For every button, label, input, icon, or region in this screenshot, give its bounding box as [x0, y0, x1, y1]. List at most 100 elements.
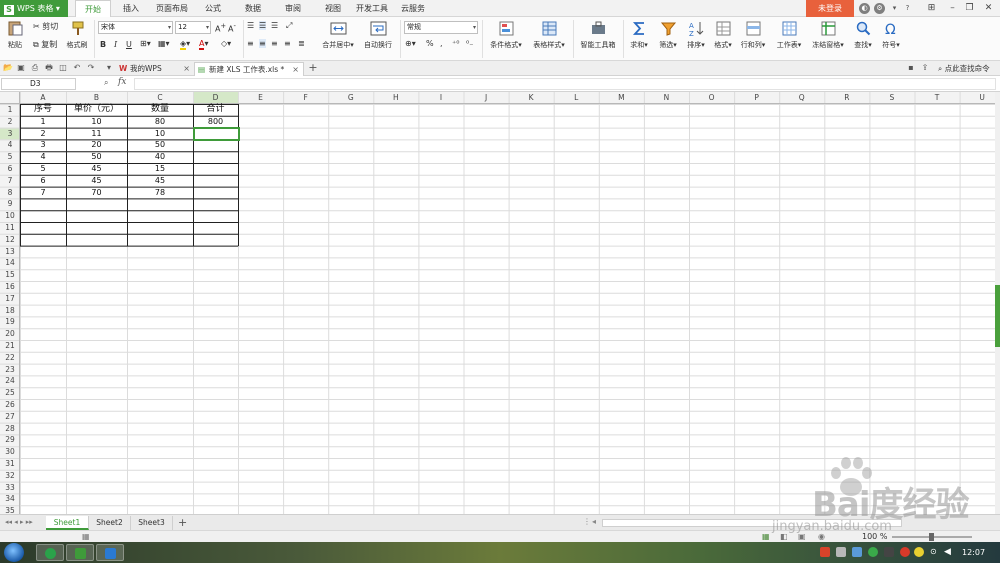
font-size-select[interactable]: 12 ▾ — [175, 21, 211, 34]
cell[interactable]: 800 — [193, 116, 238, 128]
font-name-select[interactable]: 宋体 ▾ — [98, 21, 173, 34]
currency-icon[interactable]: ⊕▾ — [405, 39, 416, 48]
cell[interactable]: 10 — [66, 116, 127, 128]
tray-app-icon[interactable] — [914, 547, 924, 557]
filter-button[interactable]: 筛选▾ — [656, 20, 680, 50]
close-icon[interactable]: × — [292, 63, 299, 76]
fill-color-icon[interactable]: ◈▾ — [180, 39, 190, 50]
undo-icon[interactable]: ↶ — [72, 63, 82, 73]
cell[interactable]: 45 — [66, 163, 127, 175]
row-header[interactable]: 3 — [0, 128, 20, 140]
print-icon[interactable]: 🖶 — [44, 63, 54, 73]
tab-insert[interactable]: 插入 — [116, 0, 146, 17]
column-header[interactable]: R — [824, 92, 869, 104]
justify-icon[interactable]: ≡ — [284, 39, 291, 48]
cell[interactable]: 7 — [20, 187, 66, 199]
insert-function-icon[interactable]: fx — [118, 77, 126, 87]
column-header[interactable]: J — [464, 92, 509, 104]
cell[interactable]: 78 — [127, 187, 193, 199]
quick-access-dropdown-icon[interactable]: ▾ — [104, 63, 114, 73]
settings-icon[interactable]: ⚙ — [874, 3, 885, 14]
tab-view[interactable]: 视图 — [318, 0, 348, 17]
horizontal-scrollbar[interactable] — [602, 519, 902, 527]
bold-icon[interactable]: B — [100, 40, 106, 49]
minimize-button[interactable]: – — [946, 2, 959, 14]
row-header[interactable]: 18 — [0, 305, 20, 317]
row-header[interactable]: 35 — [0, 505, 20, 514]
cell[interactable]: 4 — [20, 151, 66, 163]
conditional-format-button[interactable]: 条件格式▾ — [486, 20, 526, 50]
maximize-button[interactable]: ❐ — [963, 2, 976, 14]
smart-toolbox-button[interactable]: 智能工具箱 — [578, 20, 618, 50]
tray-antivirus-icon[interactable] — [900, 547, 910, 557]
tray-network-icon[interactable] — [852, 547, 862, 557]
tab-my-wps[interactable]: W 我的WPS × — [116, 62, 194, 76]
share-icon[interactable]: ⇪ — [920, 63, 930, 73]
tab-page-layout[interactable]: 页面布局 — [152, 0, 192, 17]
column-header[interactable]: U — [960, 92, 995, 104]
cell[interactable]: 45 — [66, 175, 127, 187]
column-header[interactable]: M — [599, 92, 644, 104]
print-preview-icon[interactable]: ◫ — [58, 63, 68, 73]
row-header[interactable]: 28 — [0, 423, 20, 435]
sum-button[interactable]: 求和▾ — [628, 20, 650, 50]
row-header[interactable]: 23 — [0, 364, 20, 376]
cell[interactable]: 50 — [127, 139, 193, 151]
cell[interactable]: 合计 — [193, 104, 238, 116]
tray-wps-icon[interactable] — [820, 547, 830, 557]
row-header[interactable]: 9 — [0, 198, 20, 210]
comma-button[interactable]: , — [440, 39, 443, 48]
align-top-icon[interactable]: ☰ — [247, 21, 254, 30]
start-button[interactable] — [4, 543, 24, 562]
increase-font-icon[interactable]: A+ — [215, 22, 226, 34]
reading-mode-icon[interactable]: ◉ — [818, 532, 825, 541]
side-panel-handle[interactable] — [995, 285, 1000, 347]
format-painter-button[interactable]: 格式刷 — [64, 20, 90, 50]
paste-button[interactable]: 粘贴 — [4, 20, 26, 50]
open-icon[interactable]: 📂 — [3, 63, 13, 73]
column-header[interactable]: S — [869, 92, 914, 104]
normal-view-icon[interactable]: ▦ — [762, 532, 770, 541]
clear-format-icon[interactable]: ◇▾ — [221, 39, 231, 48]
login-button[interactable]: 未登录 — [806, 0, 854, 17]
cell[interactable]: 3 — [20, 139, 66, 151]
cell[interactable]: 40 — [127, 151, 193, 163]
row-header[interactable]: 26 — [0, 399, 20, 411]
worksheet-button[interactable]: 工作表▾ — [773, 20, 805, 50]
row-header[interactable]: 27 — [0, 411, 20, 423]
column-header[interactable]: T — [915, 92, 960, 104]
row-header[interactable]: 25 — [0, 387, 20, 399]
decrease-font-icon[interactable]: A- — [228, 22, 236, 34]
zoom-level[interactable]: 100 % — [862, 532, 887, 541]
align-right-icon[interactable]: ≡ — [271, 39, 278, 48]
cell[interactable]: 80 — [127, 116, 193, 128]
find-button[interactable]: 查找▾ — [851, 20, 875, 50]
sort-button[interactable]: AZ 排序▾ — [684, 20, 708, 50]
italic-icon[interactable]: I — [114, 40, 117, 49]
cell[interactable]: 11 — [66, 128, 127, 140]
row-header[interactable]: 11 — [0, 222, 20, 234]
cell[interactable]: 50 — [66, 151, 127, 163]
row-header[interactable]: 33 — [0, 482, 20, 494]
cell[interactable]: 20 — [66, 139, 127, 151]
row-header[interactable]: 31 — [0, 458, 20, 470]
column-header[interactable]: H — [373, 92, 418, 104]
column-header[interactable]: A — [20, 92, 66, 104]
row-header[interactable]: 30 — [0, 446, 20, 458]
tab-home[interactable]: 开始 — [75, 0, 111, 17]
cell[interactable]: 数量 — [127, 104, 193, 116]
freeze-panes-button[interactable]: 冻结窗格▾ — [808, 20, 848, 50]
row-header[interactable]: 34 — [0, 493, 20, 505]
cell[interactable]: 2 — [20, 128, 66, 140]
split-handle-icon[interactable]: ⋮ — [583, 517, 591, 526]
restore-ribbon-icon[interactable]: ⊞ — [925, 2, 938, 14]
tray-qq-icon[interactable] — [884, 547, 894, 557]
help-icon[interactable]: ? — [902, 3, 913, 14]
app-logo[interactable]: S WPS 表格 ▾ — [0, 0, 68, 17]
zoom-formula-icon[interactable]: ⌕ — [104, 78, 108, 88]
row-header[interactable]: 6 — [0, 163, 20, 175]
save-icon[interactable]: ▣ — [16, 63, 26, 73]
cell[interactable]: 单价（元） — [66, 104, 127, 116]
selected-cell[interactable] — [192, 127, 240, 141]
row-header[interactable]: 7 — [0, 175, 20, 187]
